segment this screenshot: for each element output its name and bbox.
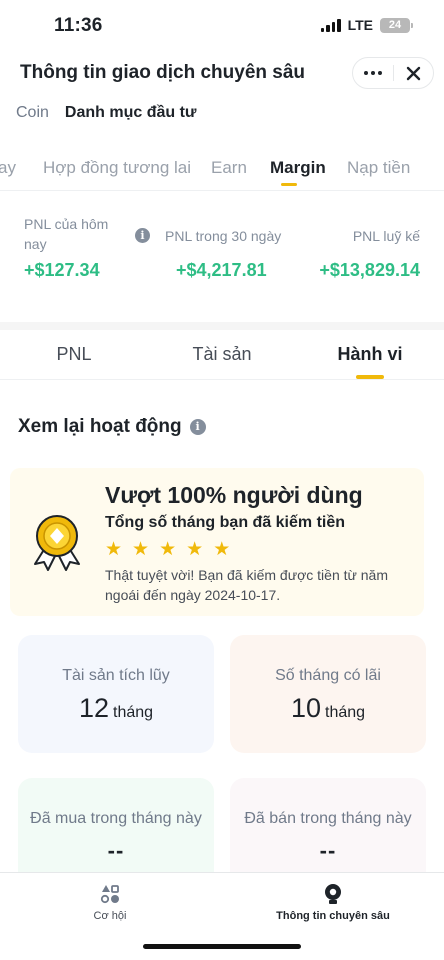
nav-label: Thông tin chuyên sâu [276, 910, 390, 922]
star-icon: ★ [213, 538, 231, 560]
pnl-summary: PNL của hôm nay i +$127.34 PNL trong 30 … [0, 200, 444, 310]
network-type: LTE [347, 17, 373, 33]
stat-label: Đã bán trong tháng này [244, 810, 412, 827]
star-rating: ★ ★ ★ ★ ★ [105, 540, 230, 559]
stat-label: Đã mua trong tháng này [30, 810, 202, 827]
close-icon [406, 66, 420, 80]
signal-icon [320, 18, 341, 32]
achievement-description: Thật tuyệt vời! Bạn đã kiếm được tiền từ… [105, 567, 389, 603]
section-separator [0, 322, 444, 330]
star-icon: ★ [159, 538, 177, 560]
review-title: Xem lại hoạt động [18, 416, 182, 437]
stat-value: -- [319, 838, 337, 863]
tab-futures[interactable]: Hợp đồng tương lai [43, 158, 191, 178]
stat-card-profitable: Số tháng có lãi 10 tháng [230, 635, 426, 753]
insights-icon [263, 883, 403, 905]
achievement-title: Vượt 100% người dùng [105, 482, 363, 508]
tab-margin[interactable]: Margin [270, 158, 326, 178]
stat-label: Tài sản tích lũy [62, 667, 170, 684]
page-title: Thông tin giao dịch chuyên sâu [20, 62, 306, 83]
sub-tabs: ay Hợp đồng tương lai Earn Margin Nạp ti… [0, 150, 444, 190]
status-bar: 11:36 LTE 24 [0, 0, 444, 52]
header-actions [352, 57, 434, 89]
tab-portfolio[interactable]: Danh mục đầu tư [65, 104, 197, 122]
pnl-cumulative-label: PNL luỹ kế [352, 228, 420, 244]
active-tab-indicator [281, 183, 297, 186]
tab-behavior[interactable]: Hành vi [296, 344, 444, 365]
star-icon: ★ [132, 538, 150, 560]
divider [0, 190, 444, 191]
tab-pnl[interactable]: PNL [0, 344, 148, 365]
section-title: Xem lại hoạt động i [18, 416, 206, 438]
stat-value: 12 tháng [78, 693, 154, 723]
achievement-card: Vượt 100% người dùng Tổng số tháng bạn đ… [10, 468, 424, 616]
stat-value: -- [107, 838, 125, 863]
nav-insights[interactable]: Thông tin chuyên sâu [263, 883, 403, 922]
star-icon: ★ [105, 538, 123, 560]
info-icon[interactable]: i [135, 228, 150, 243]
tab-earn[interactable]: Earn [211, 158, 247, 178]
status-indicators: LTE 24 [320, 17, 413, 33]
segment-tabs: PNL Tài sản Hành vi [0, 330, 444, 380]
achievement-subtitle: Tổng số tháng bạn đã kiếm tiền [105, 514, 346, 531]
pnl-30d-label: PNL trong 30 ngày [165, 228, 282, 244]
nav-opportunities[interactable]: Cơ hội [60, 883, 160, 922]
star-icon: ★ [186, 538, 204, 560]
close-button[interactable] [393, 58, 433, 88]
more-options-button[interactable] [353, 58, 393, 88]
active-tab-indicator [356, 375, 384, 379]
info-icon[interactable]: i [189, 419, 206, 435]
tab-assets[interactable]: Tài sản [148, 344, 296, 365]
header: Thông tin giao dịch chuyên sâu [0, 52, 444, 92]
medal-icon [34, 515, 80, 571]
pnl-cumulative-value: +$13,829.14 [319, 260, 420, 280]
stat-card-sold: Đã bán trong tháng này -- [230, 778, 426, 872]
opportunities-icon [60, 883, 160, 905]
status-time: 11:36 [54, 15, 103, 36]
stat-card-bought: Đã mua trong tháng này -- [18, 778, 214, 872]
stat-label: Số tháng có lãi [275, 667, 381, 684]
home-indicator [143, 944, 301, 949]
pnl-today-label: PNL của hôm nay [24, 216, 109, 252]
top-tabs: Coin Danh mục đầu tư [16, 104, 197, 122]
stat-value: 10 tháng [290, 693, 366, 723]
pnl-30d-value: +$4,217.81 [176, 260, 267, 280]
battery-icon: 24 [380, 17, 413, 33]
tab-deposit[interactable]: Nạp tiền [347, 158, 410, 178]
pnl-today-value: +$127.34 [24, 260, 100, 280]
stat-card-accumulated: Tài sản tích lũy 12 tháng [18, 635, 214, 753]
tab-partial[interactable]: ay [0, 158, 16, 178]
nav-label: Cơ hội [93, 910, 127, 922]
tab-coin[interactable]: Coin [16, 104, 49, 122]
